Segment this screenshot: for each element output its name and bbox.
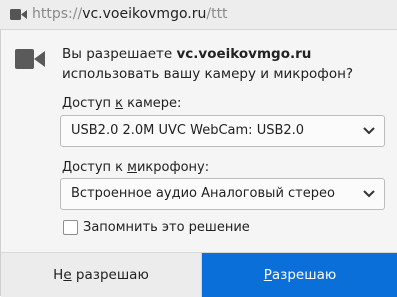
prompt-host: vc.voeikovmgo.ru — [176, 46, 312, 62]
camera-select[interactable]: USB2.0 2.0M UVC WebCam: USB2.0 — [60, 115, 385, 147]
url-prefix: https:// — [32, 6, 83, 22]
allow-button[interactable]: Разрешаю — [202, 253, 397, 297]
camera-icon[interactable] — [10, 8, 27, 21]
microphone-select-value: Встроенное аудио Аналоговый стерео — [71, 186, 335, 201]
url-host: vc.voeikovmgo.ru — [82, 6, 207, 22]
prompt-message: Вы разрешаете vc.voeikovmgo.ru использов… — [62, 46, 354, 82]
camera-icon — [15, 49, 45, 69]
url-text[interactable]: https://vc.voeikovmgo.ru/ttt — [32, 6, 228, 23]
deny-button[interactable]: Не разрешаю — [1, 253, 202, 297]
url-path: /ttt — [206, 6, 228, 22]
microphone-label: Доступ к микрофону: — [62, 160, 210, 175]
url-bar[interactable]: https://vc.voeikovmgo.ru/ttt — [0, 0, 397, 30]
chevron-down-icon — [363, 190, 375, 198]
remember-label[interactable]: Запомнить это решение — [83, 220, 250, 236]
camera-select-value: USB2.0 2.0M UVC WebCam: USB2.0 — [71, 123, 305, 138]
chevron-down-icon — [363, 127, 375, 135]
remember-checkbox[interactable] — [63, 220, 78, 235]
microphone-select[interactable]: Встроенное аудио Аналоговый стерео — [60, 178, 385, 210]
prompt-footer: Не разрешаю Разрешаю — [1, 252, 397, 297]
camera-label: Доступ к камере: — [62, 96, 182, 111]
permission-prompt: Вы разрешаете vc.voeikovmgo.ru использов… — [0, 30, 397, 297]
